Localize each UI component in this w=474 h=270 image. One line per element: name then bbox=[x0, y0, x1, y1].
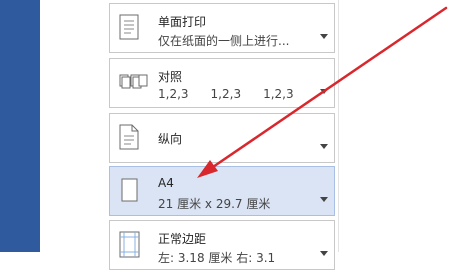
paper-size-title: A4 bbox=[158, 176, 174, 190]
print-settings-panel: 单面打印 仅在纸面的一侧上进行... 对照 1,2,3 1,2,3 1,2,3 bbox=[109, 0, 335, 270]
chevron-down-icon bbox=[320, 241, 328, 260]
collate-copy-1: 1,2,3 bbox=[158, 87, 189, 101]
collate-dropdown[interactable]: 对照 1,2,3 1,2,3 1,2,3 bbox=[109, 58, 335, 108]
orientation-dropdown[interactable]: 纵向 bbox=[109, 113, 335, 163]
collate-description: 1,2,3 1,2,3 1,2,3 bbox=[158, 87, 294, 101]
chevron-down-icon bbox=[320, 24, 328, 43]
margins-icon bbox=[119, 231, 141, 263]
chevron-down-icon bbox=[320, 79, 328, 98]
single-page-icon bbox=[119, 14, 141, 46]
orientation-title: 纵向 bbox=[158, 132, 183, 146]
margins-title: 正常边距 bbox=[158, 232, 207, 246]
print-sides-description: 仅在纸面的一侧上进行... bbox=[158, 34, 290, 48]
portrait-page-icon bbox=[119, 124, 141, 156]
print-sides-title: 单面打印 bbox=[158, 15, 207, 29]
print-preview-area bbox=[338, 0, 474, 252]
left-gutter bbox=[40, 0, 109, 252]
collate-title: 对照 bbox=[158, 70, 183, 84]
preview-divider bbox=[338, 0, 339, 252]
print-sides-dropdown[interactable]: 单面打印 仅在纸面的一侧上进行... bbox=[109, 3, 335, 53]
chevron-down-icon bbox=[320, 134, 328, 153]
paper-size-description: 21 厘米 x 29.7 厘米 bbox=[158, 197, 271, 211]
paper-size-dropdown[interactable]: A4 21 厘米 x 29.7 厘米 bbox=[109, 166, 335, 216]
collate-copy-3: 1,2,3 bbox=[263, 87, 294, 101]
collated-pages-icon bbox=[119, 69, 149, 99]
backstage-nav-strip bbox=[0, 0, 40, 252]
margins-dropdown[interactable]: 正常边距 左: 3.18 厘米 右: 3.1 bbox=[109, 220, 335, 270]
collate-copy-2: 1,2,3 bbox=[210, 87, 242, 101]
chevron-down-icon bbox=[320, 187, 328, 206]
paper-size-icon bbox=[119, 177, 141, 209]
